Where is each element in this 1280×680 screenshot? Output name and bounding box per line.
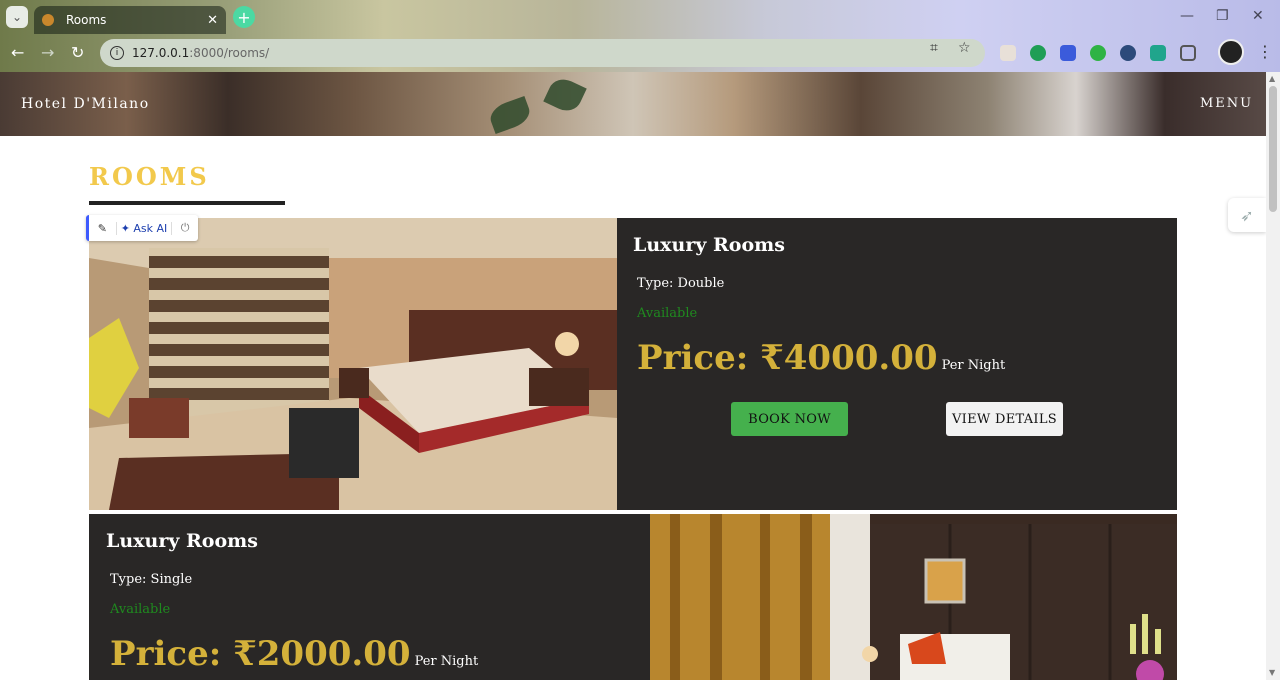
close-tab-icon[interactable]: ✕ <box>207 13 218 28</box>
room-card: Luxury Rooms Type: Single Available Pric… <box>89 514 1177 680</box>
page-title: ROOMS <box>89 162 210 191</box>
tab-strip: ⌄ Rooms ✕ + — ❐ ✕ <box>0 0 1280 34</box>
reload-icon[interactable]: ↻ <box>71 43 84 62</box>
price-amount: Price: ₹4000.00 <box>637 338 938 378</box>
pen-icon[interactable]: ✎ <box>89 221 117 235</box>
price-amount: Price: ₹2000.00 <box>110 634 411 674</box>
room-title: Luxury Rooms <box>106 530 258 552</box>
availability-status: Available <box>110 602 171 617</box>
menu-button[interactable]: MENU <box>1200 96 1253 111</box>
availability-status: Available <box>637 306 698 321</box>
browser-toolbar: ← → ↻ i 127.0.0.1:8000/rooms/ ⌗ ☆ ⋮ <box>0 34 1280 72</box>
profile-avatar[interactable] <box>1218 39 1244 65</box>
title-underline <box>89 201 285 205</box>
rocket-icon[interactable]: ➶ <box>1228 198 1266 232</box>
room-card: Luxury Rooms Type: Double Available Pric… <box>89 218 1177 510</box>
favicon-icon <box>42 14 54 26</box>
url-text: 127.0.0.1:8000/rooms/ <box>132 46 269 60</box>
url-host: 127.0.0.1 <box>132 46 190 60</box>
room-price: Price: ₹2000.00 Per Night <box>110 634 478 674</box>
extensions-puzzle-icon[interactable] <box>1180 45 1196 61</box>
site-brand[interactable]: Hotel D'Milano <box>21 96 150 112</box>
new-tab-button[interactable]: + <box>233 6 255 28</box>
extension-s-icon[interactable] <box>1150 45 1166 61</box>
book-now-button[interactable]: BOOK NOW <box>731 402 848 436</box>
address-bar[interactable]: i 127.0.0.1:8000/rooms/ <box>100 39 985 67</box>
tab-rooms[interactable]: Rooms ✕ <box>34 6 226 34</box>
room-type: Type: Double <box>637 276 725 291</box>
browser-chrome: ⌄ Rooms ✕ + — ❐ ✕ ← → ↻ i 127.0.0.1:8000… <box>0 0 1280 72</box>
ai-toolbar: ✎ ✦ Ask AI ⏻ <box>86 215 198 241</box>
page-scrollbar[interactable]: ▲ ▼ <box>1266 72 1280 680</box>
room-type: Type: Single <box>110 572 193 587</box>
bedroom-image <box>89 218 617 510</box>
scroll-up-icon[interactable]: ▲ <box>1269 74 1275 83</box>
window-close-icon[interactable]: ✕ <box>1252 8 1264 24</box>
ask-ai-button[interactable]: ✦ Ask AI <box>117 221 173 235</box>
minimize-icon[interactable]: — <box>1180 8 1194 24</box>
bedroom-image <box>650 514 1177 680</box>
extension-arrow-icon[interactable] <box>1060 45 1076 61</box>
view-details-button[interactable]: VIEW DETAILS <box>946 402 1063 436</box>
extension-gear-icon[interactable] <box>1120 45 1136 61</box>
site-info-icon[interactable]: i <box>110 46 124 60</box>
room-price: Price: ₹4000.00 Per Night <box>637 338 1005 378</box>
room-photo <box>89 218 617 510</box>
grammarly-icon[interactable] <box>1030 45 1046 61</box>
scroll-down-icon[interactable]: ▼ <box>1269 668 1275 677</box>
bookmark-star-icon[interactable]: ☆ <box>958 40 971 56</box>
scrollbar-thumb[interactable] <box>1269 86 1277 212</box>
banner-leaf <box>486 95 534 135</box>
header-banner: Hotel D'Milano MENU <box>0 72 1266 136</box>
power-icon[interactable]: ⏻ <box>172 221 198 235</box>
back-icon[interactable]: ← <box>11 43 24 62</box>
banner-leaf <box>543 74 587 116</box>
url-path: :8000/rooms/ <box>189 46 270 60</box>
forward-icon[interactable]: → <box>41 43 54 62</box>
price-unit: Per Night <box>414 654 479 669</box>
extension-plus-icon[interactable] <box>1090 45 1106 61</box>
tab-search-icon[interactable]: ⌄ <box>6 6 28 28</box>
restore-icon[interactable]: ❐ <box>1216 8 1229 24</box>
translate-icon[interactable]: ⌗ <box>930 40 938 56</box>
extension-hand-icon[interactable] <box>1000 45 1016 61</box>
page-viewport: Hotel D'Milano MENU ROOMS Luxury Rooms T… <box>0 72 1266 680</box>
tab-title: Rooms <box>66 13 107 27</box>
room-photo <box>650 514 1177 680</box>
price-unit: Per Night <box>941 358 1006 373</box>
room-title: Luxury Rooms <box>633 234 785 256</box>
browser-menu-icon[interactable]: ⋮ <box>1257 42 1273 61</box>
